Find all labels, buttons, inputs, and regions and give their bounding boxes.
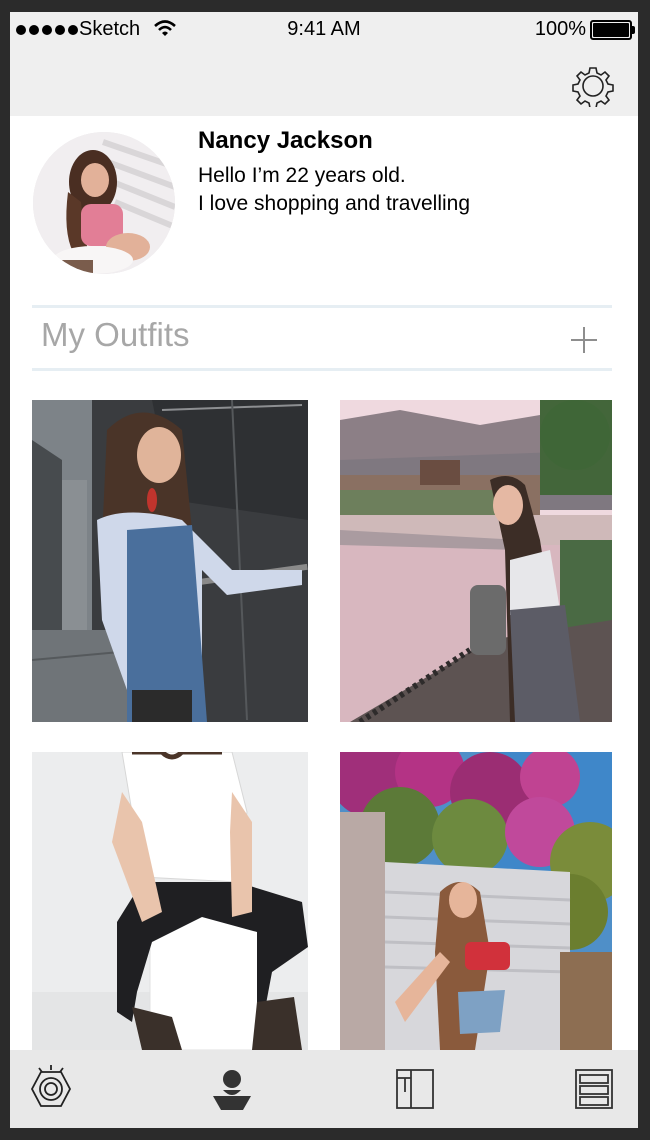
section-title: My Outfits [41,316,190,353]
wardrobe-icon[interactable] [391,1064,441,1114]
divider [32,305,612,308]
bio-line: I love shopping and travelling [198,192,471,215]
profile-bio: Hello I’m 22 years old. I love shopping … [198,162,470,218]
tab-bar [10,1050,638,1128]
battery-percent: 100% [534,18,586,40]
profile-name: Nancy Jackson [198,127,373,154]
gear-icon[interactable] [572,65,614,107]
top-bar: Sketch 9:41 AM 100% [10,12,638,116]
lens-icon[interactable] [26,1064,76,1114]
add-outfit-button[interactable] [571,325,601,355]
outfit-photo[interactable] [340,752,612,1050]
battery-icon [590,20,635,40]
outfit-photo[interactable] [32,752,308,1050]
profile-icon[interactable] [207,1064,257,1114]
status-bar: Sketch 9:41 AM 100% [10,12,638,48]
divider [32,368,612,371]
avatar[interactable] [33,132,175,274]
phone-screen: Sketch 9:41 AM 100% Nancy Jackson Hello … [10,12,638,1128]
bio-line: Hello I’m 22 years old. [198,164,406,187]
outfit-photo[interactable] [32,400,308,722]
drawers-icon[interactable] [570,1064,620,1114]
outfit-photo[interactable] [340,400,612,722]
